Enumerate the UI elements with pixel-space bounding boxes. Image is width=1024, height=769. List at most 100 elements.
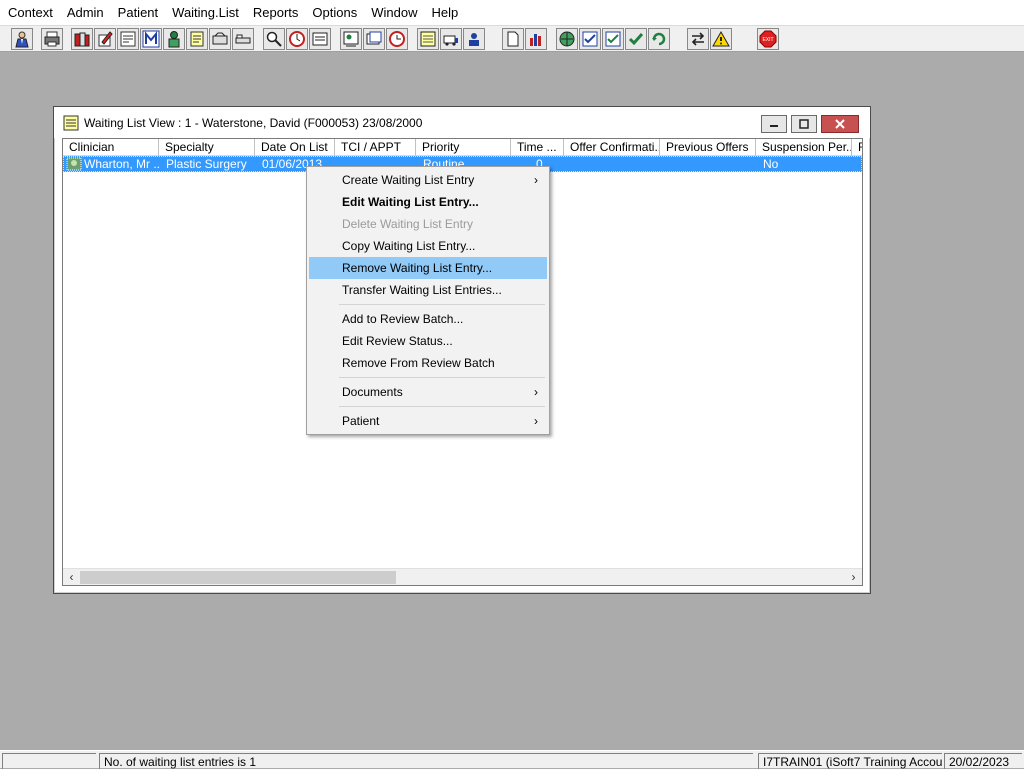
horizontal-scrollbar[interactable]: ‹ ›: [63, 568, 862, 585]
cards-button[interactable]: [363, 28, 385, 50]
letter-m-icon: [142, 30, 160, 48]
menu-item-label: Documents: [342, 385, 403, 399]
menu-options[interactable]: Options: [305, 0, 364, 26]
window-title: Waiting List View : 1 - Waterstone, Davi…: [84, 115, 423, 130]
search-button[interactable]: [263, 28, 285, 50]
column-date-on-list[interactable]: Date On List: [255, 139, 335, 156]
board-button[interactable]: [340, 28, 362, 50]
transfer-icon: [469, 33, 479, 46]
status-pane-empty: [2, 753, 96, 769]
scroll-left-icon[interactable]: ‹: [63, 569, 80, 585]
menu-window[interactable]: Window: [364, 0, 424, 26]
column-f[interactable]: F: [852, 139, 862, 156]
outpatient-button[interactable]: [209, 28, 231, 50]
column-previous-offers[interactable]: Previous Offers: [660, 139, 756, 156]
checklist-2-icon: [605, 31, 621, 47]
clock-button[interactable]: [286, 28, 308, 50]
column-tci-appt[interactable]: TCI / APPT: [335, 139, 416, 156]
checklist-2-button[interactable]: [602, 28, 624, 50]
minimize-icon: [770, 125, 778, 127]
column-offer-confirmation[interactable]: Offer Confirmati...: [564, 139, 660, 156]
column-suspension[interactable]: Suspension Per...: [756, 139, 852, 156]
status-date: 20/02/2023: [944, 753, 1022, 769]
person-icon: [168, 31, 180, 48]
cards-icon: [366, 31, 382, 45]
outpatient-icon: [212, 32, 228, 45]
chart-button[interactable]: [525, 28, 547, 50]
notes-icon: [190, 31, 204, 47]
menu-admin[interactable]: Admin: [60, 0, 111, 26]
menu-documents[interactable]: Documents ›: [309, 381, 547, 403]
print-button[interactable]: [41, 28, 63, 50]
exit-icon: EXIT: [759, 30, 777, 48]
menu-create-waiting-list-entry[interactable]: Create Waiting List Entry ›: [309, 169, 547, 191]
menu-copy-waiting-list-entry[interactable]: Copy Waiting List Entry...: [309, 235, 547, 257]
maximize-button[interactable]: [791, 115, 817, 133]
doctor-button[interactable]: [11, 28, 33, 50]
history-button[interactable]: [386, 28, 408, 50]
menu-remove-from-review-batch[interactable]: Remove From Review Batch: [309, 352, 547, 374]
form-button[interactable]: [117, 28, 139, 50]
document-button[interactable]: [502, 28, 524, 50]
menu-item-label: Copy Waiting List Entry...: [342, 239, 476, 253]
list-button[interactable]: [309, 28, 331, 50]
checklist-icon: [582, 31, 598, 47]
swap-button[interactable]: [687, 28, 709, 50]
letter-m-button[interactable]: [140, 28, 162, 50]
menu-patient-submenu[interactable]: Patient ›: [309, 410, 547, 432]
menu-transfer-waiting-list-entries[interactable]: Transfer Waiting List Entries...: [309, 279, 547, 301]
close-button[interactable]: [821, 115, 859, 133]
person-button[interactable]: [163, 28, 185, 50]
cell-specialty: Plastic Surgery: [166, 157, 247, 171]
globe-button[interactable]: [556, 28, 578, 50]
check-button[interactable]: [625, 28, 647, 50]
menu-patient[interactable]: Patient: [111, 0, 165, 26]
menu-delete-waiting-list-entry: Delete Waiting List Entry: [309, 213, 547, 235]
menu-item-label: Edit Waiting List Entry...: [342, 195, 479, 209]
doctor-icon: [15, 31, 29, 48]
note-pad-button[interactable]: [417, 28, 439, 50]
menu-context[interactable]: Context: [0, 0, 60, 26]
refresh-button[interactable]: [648, 28, 670, 50]
ambulance-button[interactable]: [440, 28, 462, 50]
menu-item-label: Add to Review Batch...: [342, 312, 464, 326]
column-specialty[interactable]: Specialty: [159, 139, 255, 156]
menu-item-label: Remove From Review Batch: [342, 356, 495, 370]
history-icon: [389, 31, 405, 47]
menu-item-label: Patient: [342, 414, 380, 428]
notes-button[interactable]: [186, 28, 208, 50]
scroll-right-icon[interactable]: ›: [845, 569, 862, 585]
menu-item-label: Delete Waiting List Entry: [342, 217, 473, 231]
menu-help[interactable]: Help: [424, 0, 465, 26]
cell-previous-offers: [661, 157, 757, 173]
column-priority[interactable]: Priority: [416, 139, 511, 156]
clock-icon: [289, 31, 305, 47]
cell-suspension: No: [763, 157, 779, 171]
column-clinician[interactable]: Clinician: [63, 139, 159, 156]
menu-item-label: Transfer Waiting List Entries...: [342, 283, 502, 297]
exit-button[interactable]: EXIT: [757, 28, 779, 50]
menu-remove-waiting-list-entry[interactable]: Remove Waiting List Entry...: [309, 257, 547, 279]
menu-reports[interactable]: Reports: [246, 0, 306, 26]
printer-icon: [44, 31, 60, 47]
warning-button[interactable]: [710, 28, 732, 50]
books-button[interactable]: [71, 28, 93, 50]
board-icon: [343, 31, 359, 47]
swap-icon: [691, 32, 705, 46]
minimize-button[interactable]: [761, 115, 787, 133]
list-document-icon: [63, 115, 79, 130]
scrollbar-thumb[interactable]: [80, 571, 396, 584]
chart-icon: [530, 34, 541, 46]
edit-note-button[interactable]: [94, 28, 116, 50]
inpatient-button[interactable]: [232, 28, 254, 50]
window-title-bar[interactable]: Waiting List View : 1 - Waterstone, Davi…: [54, 107, 870, 138]
menu-waiting-list[interactable]: Waiting.List: [165, 0, 246, 26]
ambulance-icon: [443, 35, 458, 46]
column-time[interactable]: Time ...: [511, 139, 564, 156]
pencil-note-icon: [98, 31, 113, 47]
menu-add-to-review-batch[interactable]: Add to Review Batch...: [309, 308, 547, 330]
menu-edit-review-status[interactable]: Edit Review Status...: [309, 330, 547, 352]
checklist-button[interactable]: [579, 28, 601, 50]
menu-edit-waiting-list-entry[interactable]: Edit Waiting List Entry...: [309, 191, 547, 213]
transfer-button[interactable]: [463, 28, 485, 50]
